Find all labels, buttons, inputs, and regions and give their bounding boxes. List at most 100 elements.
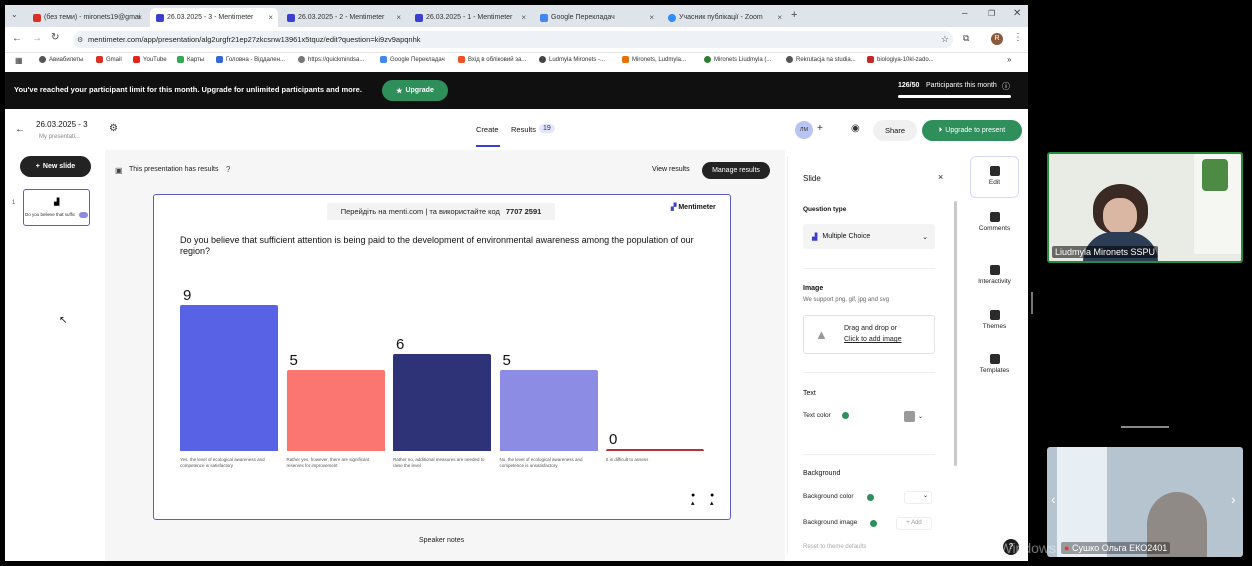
close-tab-icon[interactable]: ×	[521, 13, 526, 22]
profile-avatar[interactable]: R	[991, 33, 1003, 45]
mentimeter-icon	[156, 13, 164, 22]
tab-google-translate[interactable]: Google Перекладач ×	[534, 8, 659, 27]
scrollbar[interactable]	[954, 201, 957, 466]
bookmark-item[interactable]: Gmail	[96, 56, 122, 63]
star-icon: ★	[396, 87, 403, 95]
tab-label: 26.03.2025 - 2 - Mentimeter	[298, 14, 385, 21]
collaborator-avatar[interactable]: ЛМ	[795, 121, 813, 139]
bookmark-item[interactable]: Mironets, Ludmyla...	[622, 56, 686, 63]
reload-icon[interactable]: ↻	[51, 32, 59, 43]
tab-list-icon[interactable]: ⌄	[11, 10, 18, 19]
close-tab-icon[interactable]: ×	[649, 13, 654, 22]
bookmark-label: Карты	[187, 56, 205, 63]
bookmark-star-icon[interactable]: ☆	[941, 34, 949, 45]
banner-upgrade-button[interactable]: ★ Upgrade	[382, 80, 448, 101]
rail-themes[interactable]: Themes	[970, 306, 1019, 330]
view-results-button[interactable]: View results	[652, 166, 690, 173]
templates-icon	[989, 354, 1000, 364]
back-icon[interactable]: ←	[12, 33, 22, 44]
bookmark-item[interactable]: Google Перекладач	[380, 56, 445, 63]
bookmark-item[interactable]: Головна - Віддален...	[216, 56, 285, 63]
manage-results-button[interactable]: Manage results	[702, 162, 770, 179]
bar-category-label: Rather yes, however, there are significa…	[286, 457, 370, 468]
add-collaborator-icon[interactable]: +	[817, 123, 823, 134]
tab-gmail[interactable]: (без теми) - mironets19@gmai ×	[27, 8, 147, 27]
bookmark-item[interactable]: Авиабилеты	[39, 56, 83, 63]
tab-create[interactable]: Create	[476, 125, 499, 134]
prev-video-icon[interactable]: ‹	[1051, 491, 1056, 507]
click-to-add-image[interactable]: Click to add image	[844, 336, 902, 343]
preview-icon[interactable]: ◉	[851, 123, 860, 134]
tab-results[interactable]: Results	[511, 125, 536, 134]
upgrade-to-present-button[interactable]: ⏵ Upgrade to present	[922, 120, 1022, 141]
restore-icon[interactable]: ❐	[988, 9, 995, 18]
person-face	[1103, 198, 1137, 234]
bookmark-label: Ludmyla Mironets -...	[549, 56, 606, 63]
speaker-name: Liudmyla Mironets SSPU	[1052, 246, 1159, 258]
next-video-icon[interactable]: ›	[1231, 491, 1236, 507]
back-arrow-icon[interactable]: ←	[15, 124, 25, 135]
panel-divider-handle[interactable]	[1031, 292, 1033, 314]
add-label: Add	[911, 520, 922, 526]
tab-bar: ⌄ (без теми) - mironets19@gmai × 26.03.20…	[5, 5, 1028, 27]
participant-video[interactable]: ‹ › ● Сушко Ольга ЕКО2401	[1047, 447, 1243, 557]
bookmark-item[interactable]: YouTube	[133, 56, 167, 63]
image-dropzone[interactable]: ▲ Drag and drop or Click to add image	[803, 315, 935, 354]
new-slide-button[interactable]: + New slide	[20, 156, 91, 177]
menu-icon[interactable]: ⋮	[1013, 32, 1023, 43]
rail-interactivity[interactable]: Interactivity	[970, 261, 1019, 285]
bookmark-item[interactable]: Карты	[177, 56, 204, 63]
help-icon[interactable]: ?	[226, 165, 230, 174]
extensions-icon[interactable]: ⧉	[963, 33, 969, 44]
bookmark-item[interactable]: Mironets Liudmyla (...	[704, 56, 771, 63]
text-color-swatch[interactable]: ⌄	[904, 410, 932, 423]
settings-icon[interactable]: ⚙	[109, 123, 118, 134]
forward-icon[interactable]: →	[32, 33, 42, 44]
close-tab-icon[interactable]: ×	[137, 13, 142, 22]
bookmark-item[interactable]: Ludmyla Mironets -...	[539, 56, 605, 63]
slide-thumbnail[interactable]: ▟ Do you believe that suffic	[23, 189, 90, 226]
muted-mic-icon: ●	[1064, 543, 1070, 553]
results-icon: ▣	[115, 166, 123, 175]
close-panel-icon[interactable]: ×	[938, 172, 943, 182]
speaker-video[interactable]: Liudmyla Mironets SSPU	[1047, 152, 1243, 263]
presentation-title[interactable]: 26.03.2025 - 3	[36, 120, 88, 129]
close-tab-icon[interactable]: ×	[396, 13, 401, 22]
premium-dot-icon	[842, 412, 849, 419]
share-button[interactable]: Share	[873, 120, 917, 141]
speaker-notes[interactable]: Speaker notes	[419, 537, 464, 544]
comments-icon	[989, 212, 1000, 222]
info-icon[interactable]: ⓘ	[1002, 81, 1010, 92]
chart-bar	[393, 353, 491, 451]
bookmark-item[interactable]: Rekrutacja na studia...	[786, 56, 856, 63]
slide-preview[interactable]: Перейдіть на menti.com | та використайте…	[153, 194, 731, 520]
more-bookmarks-icon[interactable]: »	[1007, 55, 1011, 64]
bookmarks-bar: ▦ Авиабилеты Gmail YouTube Карты Головна…	[5, 53, 1028, 70]
close-tab-icon[interactable]: ×	[777, 13, 782, 22]
rail-edit[interactable]: Edit	[970, 156, 1019, 198]
bookmark-icon	[704, 56, 711, 63]
minimize-icon[interactable]: –	[962, 8, 968, 19]
apps-icon[interactable]: ▦	[15, 56, 23, 65]
bookmark-item[interactable]: biologiya-10kl-zado...	[867, 56, 934, 63]
address-bar[interactable]: ⚙ mentimeter.com/app/presentation/alg2ur…	[73, 31, 953, 48]
bookmark-item[interactable]: https://quickmindsa...	[298, 56, 364, 63]
presentation-folder[interactable]: My presentati...	[39, 134, 80, 140]
bg-image-add-button[interactable]: + Add	[896, 517, 932, 530]
tab-mentimeter-2[interactable]: 26.03.2025 - 2 - Mentimeter ×	[281, 8, 406, 27]
rail-comments[interactable]: Comments	[970, 208, 1019, 232]
close-window-icon[interactable]: ✕	[1013, 8, 1021, 19]
bg-color-select[interactable]: ⌄	[904, 491, 932, 504]
tab-mentimeter-3[interactable]: 26.03.2025 - 3 - Mentimeter ×	[150, 8, 278, 27]
tab-zoom[interactable]: Учасник публікації - Zoom ×	[662, 8, 787, 27]
close-tab-icon[interactable]: ×	[268, 13, 273, 22]
bookmark-item[interactable]: Вхід в обліковий за...	[458, 56, 526, 63]
new-tab-icon[interactable]: +	[791, 9, 797, 21]
tab-mentimeter-1[interactable]: 26.03.2025 - 1 - Mentimeter ×	[409, 8, 531, 27]
question-type-select[interactable]: ▟ Multiple Choice ⌄	[803, 224, 935, 249]
rail-templates[interactable]: Templates	[970, 350, 1019, 374]
premium-dot-icon	[867, 494, 874, 501]
bg-color-label: Background color	[803, 493, 854, 500]
site-info-icon[interactable]: ⚙	[77, 36, 83, 44]
reset-to-defaults[interactable]: Reset to theme defaults	[803, 544, 866, 550]
